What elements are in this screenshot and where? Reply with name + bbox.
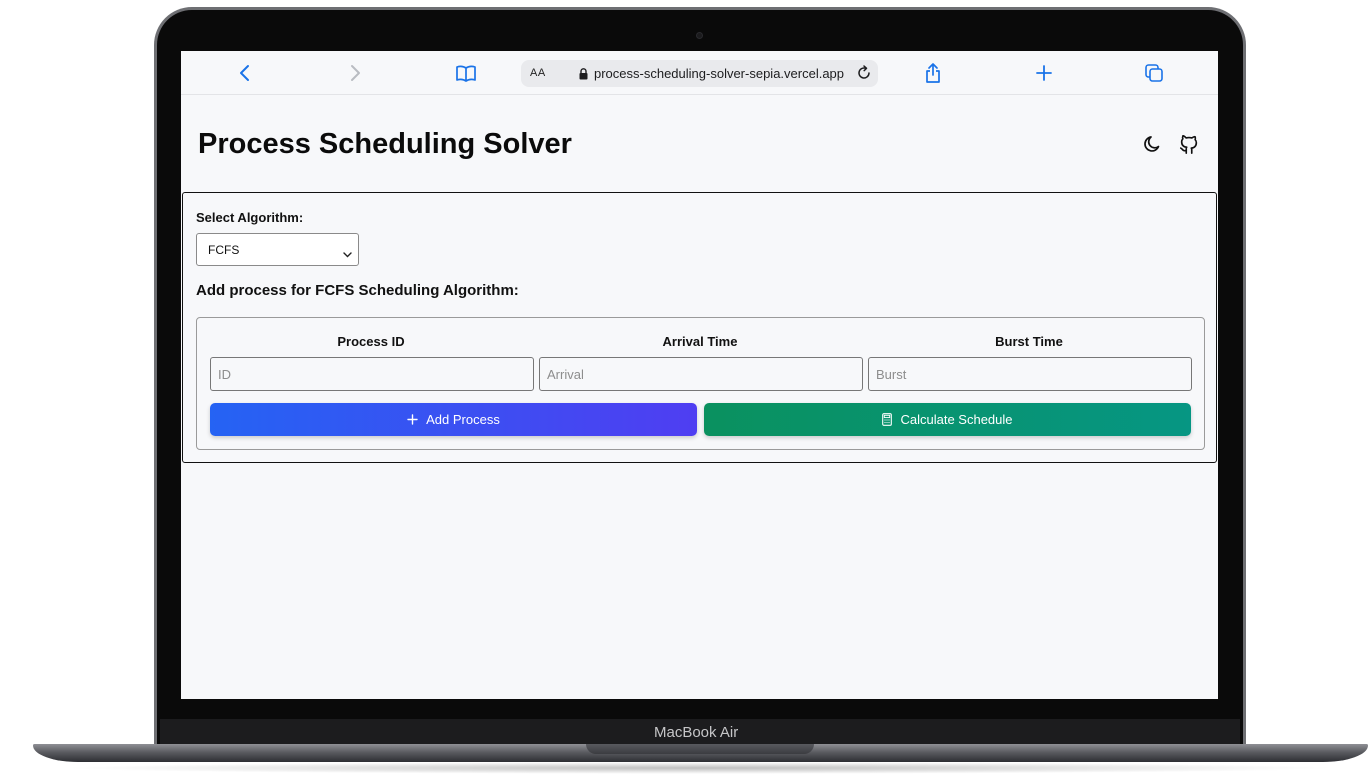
page-title: Process Scheduling Solver [198,128,572,160]
select-algorithm-label: Select Algorithm: [196,210,304,225]
github-icon[interactable] [1176,131,1202,157]
process-id-input[interactable] [210,357,534,391]
address-bar[interactable]: AA process-scheduling-solver-sepia.verce… [521,60,878,87]
forward-icon[interactable] [344,62,366,84]
camera-icon [696,32,703,39]
arrival-time-column-header: Arrival Time [662,334,738,349]
laptop-shadow [60,762,1340,774]
new-tab-icon[interactable] [1033,62,1055,84]
calculate-schedule-label: Calculate Schedule [900,412,1013,427]
add-process-heading: Add process for FCFS Scheduling Algorith… [196,282,519,299]
process-id-column-header: Process ID [337,334,405,349]
add-process-label: Add Process [426,412,500,427]
chevron-down-icon [343,245,352,263]
url-text: process-scheduling-solver-sepia.vercel.a… [594,66,845,81]
laptop-model-label: MacBook Air [654,724,739,741]
lock-icon [579,67,588,85]
arrival-time-input[interactable] [539,357,863,391]
burst-time-input[interactable] [868,357,1192,391]
tabs-icon[interactable] [1143,62,1165,84]
text-size-button[interactable]: AA [530,67,546,79]
algorithm-select[interactable]: FCFS [196,233,359,266]
algorithm-select-value: FCFS [208,243,240,257]
browser-toolbar: AA process-scheduling-solver-sepia.verce… [181,51,1218,95]
burst-time-column-header: Burst Time [995,334,1063,349]
reload-icon[interactable] [856,65,872,86]
process-form: Process ID Arrival Time Burst Time Add P… [196,317,1205,450]
laptop-base-notch [586,744,814,754]
share-icon[interactable] [922,62,944,84]
plus-icon [407,414,418,425]
calculator-icon [882,413,893,426]
back-icon[interactable] [234,62,256,84]
scheduler-card: Select Algorithm: FCFS Add process for F… [182,192,1217,463]
add-process-button[interactable]: Add Process [210,403,697,436]
browser-screen: AA process-scheduling-solver-sepia.verce… [181,51,1218,699]
bookmarks-icon[interactable] [455,62,477,84]
calculate-schedule-button[interactable]: Calculate Schedule [704,403,1191,436]
dark-mode-moon-icon[interactable] [1140,131,1166,157]
